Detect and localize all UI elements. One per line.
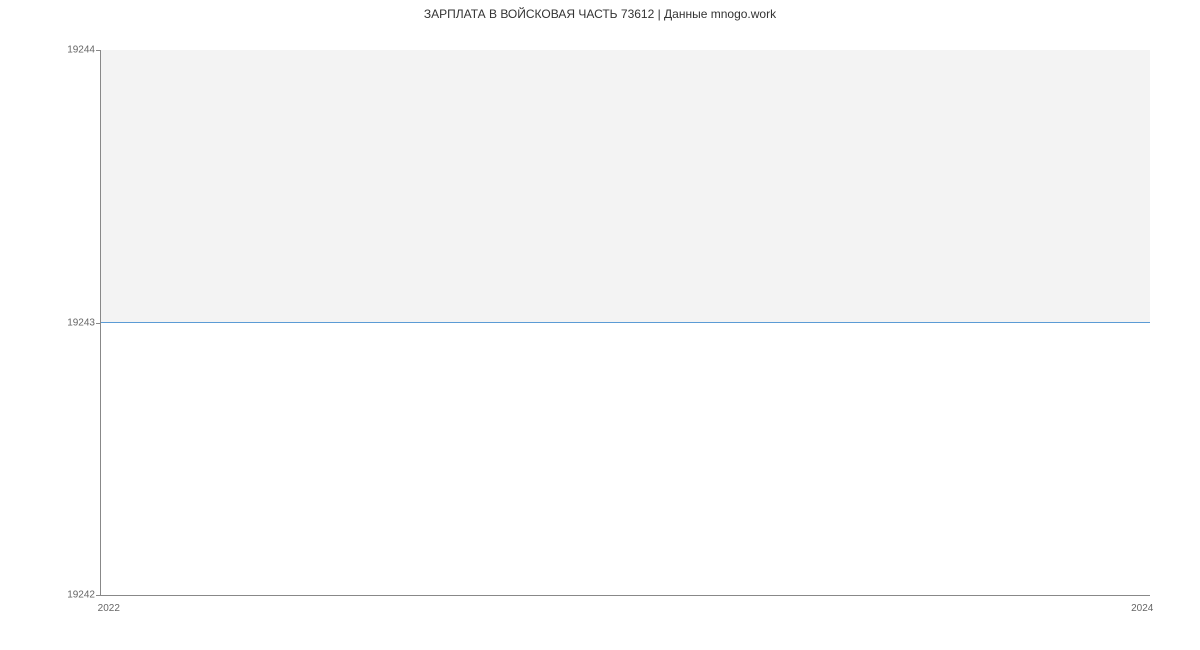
y-tick-mark	[96, 50, 101, 51]
x-tick-label: 2024	[1131, 603, 1153, 614]
y-tick-mark	[96, 595, 101, 596]
y-tick-label: 19244	[67, 45, 95, 56]
data-line	[101, 322, 1150, 323]
chart-title: ЗАРПЛАТА В ВОЙСКОВАЯ ЧАСТЬ 73612 | Данны…	[0, 7, 1200, 21]
plot-area: 19244 19243 19242 2022 2024	[100, 50, 1150, 596]
y-tick-mark	[96, 323, 101, 324]
y-tick-label: 19243	[67, 317, 95, 328]
y-tick-label: 19242	[67, 590, 95, 601]
salary-chart: ЗАРПЛАТА В ВОЙСКОВАЯ ЧАСТЬ 73612 | Данны…	[0, 0, 1200, 650]
x-tick-label: 2022	[98, 603, 120, 614]
area-fill	[101, 50, 1150, 323]
